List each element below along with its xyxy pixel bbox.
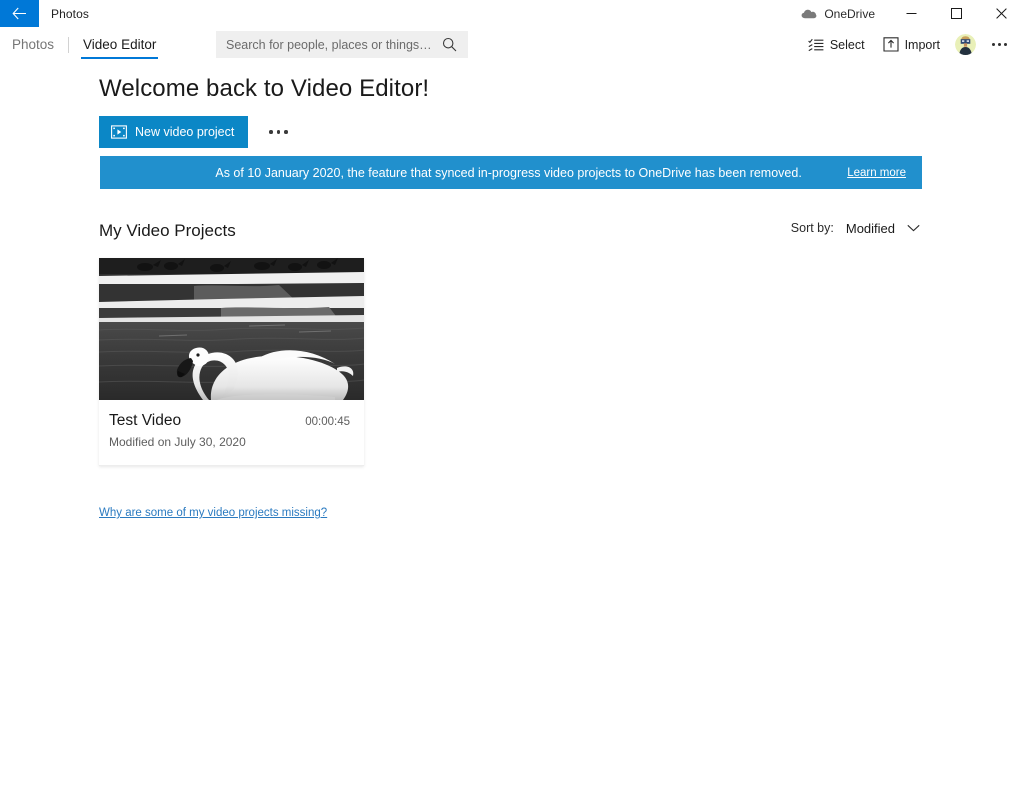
dot-2 <box>997 43 1001 46</box>
cloud-icon <box>801 9 817 19</box>
tab-video-editor[interactable]: Video Editor <box>71 27 168 62</box>
command-bar-actions: Select Import <box>799 27 1014 62</box>
onedrive-label: OneDrive <box>824 6 875 21</box>
close-icon <box>996 8 1007 19</box>
dot-1 <box>269 130 273 134</box>
tab-separator <box>68 36 70 53</box>
maximize-icon <box>951 8 962 19</box>
select-icon <box>808 38 824 51</box>
search-icon[interactable] <box>442 37 468 52</box>
tab-video-editor-label: Video Editor <box>83 37 157 52</box>
video-project-card-header: Test Video 00:00:45 <box>109 412 352 430</box>
sort-by-control: Sort by: Modified <box>791 214 922 242</box>
nav-tabs: Photos Video Editor <box>0 27 168 62</box>
video-project-icon <box>111 125 127 139</box>
video-project-modified: Modified on July 30, 2020 <box>109 435 246 449</box>
title-bar-right: OneDrive <box>791 0 1024 27</box>
banner-learn-more-link[interactable]: Learn more <box>847 167 906 179</box>
new-video-project-label: New video project <box>135 125 235 139</box>
dot-3 <box>1003 43 1007 46</box>
title-bar: Photos OneDrive <box>0 0 1024 27</box>
maximize-button[interactable] <box>934 0 979 27</box>
swan-photo-image <box>99 258 364 400</box>
dot-2 <box>276 130 281 134</box>
missing-projects-link[interactable]: Why are some of my video projects missin… <box>99 507 327 519</box>
back-arrow-icon <box>12 7 26 20</box>
page-title: Welcome back to Video Editor! <box>99 75 430 102</box>
tab-photos-label: Photos <box>12 37 55 52</box>
import-button[interactable]: Import <box>874 30 949 60</box>
onedrive-status-button[interactable]: OneDrive <box>791 0 889 27</box>
search-input[interactable] <box>216 37 442 52</box>
banner-message: As of 10 January 2020, the feature that … <box>215 165 802 180</box>
search-box[interactable] <box>216 31 468 58</box>
select-label: Select <box>829 37 865 52</box>
section-title: My Video Projects <box>99 221 236 240</box>
close-button[interactable] <box>979 0 1024 27</box>
video-project-thumbnail <box>99 258 364 400</box>
dot-1 <box>991 43 995 46</box>
import-label: Import <box>904 37 940 52</box>
import-icon <box>883 37 899 52</box>
new-video-project-button[interactable]: New video project <box>99 116 249 148</box>
video-project-card[interactable]: Test Video 00:00:45 Modified on July 30,… <box>99 258 364 466</box>
sort-by-label: Sort by: <box>790 221 834 235</box>
minimize-button[interactable] <box>889 0 934 27</box>
video-project-card-body: Test Video 00:00:45 Modified on July 30,… <box>99 400 364 465</box>
app-title: Photos <box>51 6 89 21</box>
back-button[interactable] <box>0 0 39 27</box>
video-project-title: Test Video <box>109 412 182 429</box>
more-options-button[interactable] <box>984 30 1014 60</box>
select-button[interactable]: Select <box>799 30 874 60</box>
video-project-duration: 00:00:45 <box>305 416 350 428</box>
chevron-down-icon <box>907 224 920 232</box>
project-more-button[interactable] <box>260 116 296 148</box>
user-avatar-icon <box>955 34 976 55</box>
onedrive-sync-banner: As of 10 January 2020, the feature that … <box>100 156 922 189</box>
new-project-row: New video project <box>99 116 296 148</box>
sort-by-dropdown[interactable]: Modified <box>842 219 922 238</box>
avatar[interactable] <box>955 34 976 55</box>
tab-photos[interactable]: Photos <box>0 27 66 62</box>
sort-by-value: Modified <box>845 220 895 236</box>
magnifier-icon <box>442 37 457 52</box>
minimize-icon <box>906 13 917 14</box>
dot-3 <box>284 130 288 134</box>
